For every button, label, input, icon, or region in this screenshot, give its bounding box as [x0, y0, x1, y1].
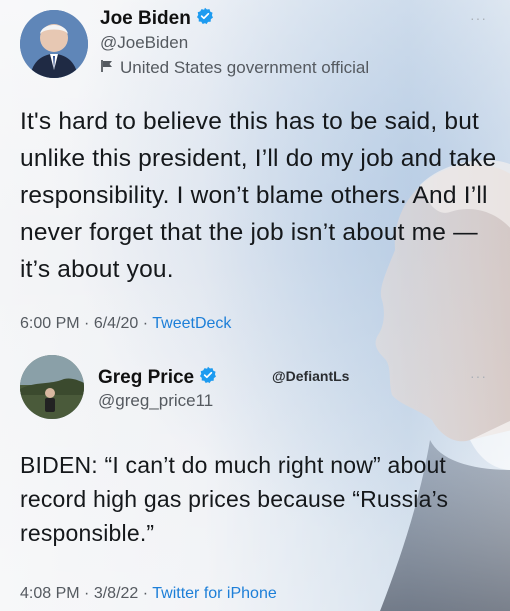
author-name-text-2[interactable]: Greg Price — [98, 367, 194, 388]
tweet-meta-2: 4:08 PM · 3/8/22 · Twitter for iPhone — [20, 585, 277, 603]
author-handle[interactable]: @JoeBiden — [100, 33, 188, 53]
author-name-2[interactable]: Greg Price — [98, 366, 217, 390]
tweet-date[interactable]: 6/4/20 — [94, 315, 138, 332]
avatar-portrait-icon — [20, 355, 84, 419]
avatar-joe-biden[interactable] — [20, 10, 88, 78]
tweet-card-biden[interactable]: Joe Biden @JoeBiden United States govern… — [0, 0, 510, 345]
tweet-source-link-2[interactable]: Twitter for iPhone — [152, 585, 277, 602]
separator-dot: · — [142, 315, 149, 332]
separator-dot: · — [142, 585, 149, 602]
watermark: @DefiantLs — [272, 368, 350, 384]
avatar-portrait-icon — [20, 10, 88, 78]
tweet-meta: 6:00 PM · 6/4/20 · TweetDeck — [20, 315, 231, 333]
separator-dot: · — [84, 315, 90, 332]
more-options-icon-2[interactable]: ··· — [470, 368, 487, 384]
tweet-text-2: BIDEN: “I can’t do much right now” about… — [20, 452, 449, 546]
government-label: United States government official — [100, 58, 369, 78]
author-name[interactable]: Joe Biden — [100, 7, 214, 31]
avatar-greg-price[interactable] — [20, 355, 84, 419]
tweet-time-2[interactable]: 4:08 PM — [20, 585, 80, 602]
author-name-text[interactable]: Joe Biden — [100, 8, 191, 29]
author-handle-2[interactable]: @greg_price11 — [98, 391, 213, 411]
separator-dot: · — [84, 585, 90, 602]
tweet-source-link[interactable]: TweetDeck — [152, 315, 231, 332]
more-options-icon[interactable]: ··· — [470, 10, 487, 26]
tweet-text: It's hard to believe this has to be said… — [20, 108, 497, 283]
government-label-text: United States government official — [120, 58, 370, 77]
flag-icon — [100, 58, 114, 78]
tweet-time[interactable]: 6:00 PM — [20, 315, 80, 332]
tweet-date-2[interactable]: 3/8/22 — [94, 585, 138, 602]
verified-badge-icon — [199, 366, 217, 390]
verified-badge-icon — [196, 7, 214, 31]
